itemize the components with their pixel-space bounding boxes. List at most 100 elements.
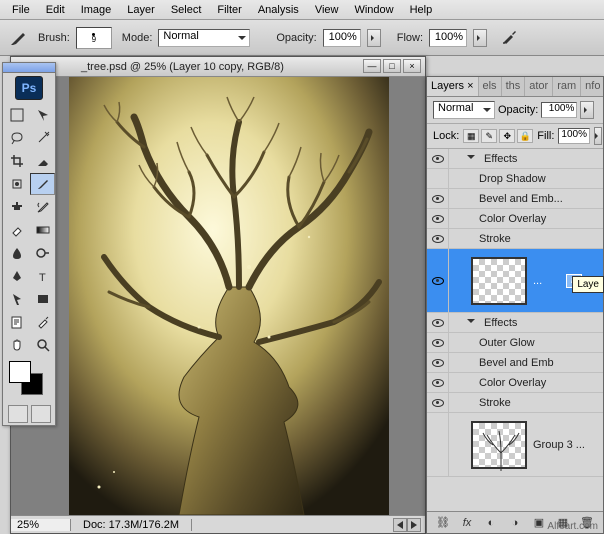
visibility-toggle-icon[interactable] — [432, 319, 444, 327]
effects-header[interactable]: Effects — [427, 313, 603, 333]
menu-help[interactable]: Help — [402, 2, 441, 18]
brush-tool-icon[interactable] — [30, 173, 55, 195]
tab-histogram[interactable]: ram — [553, 77, 581, 96]
marquee-tool-icon[interactable] — [4, 104, 29, 126]
visibility-toggle-icon[interactable] — [432, 359, 444, 367]
layer-mask-icon[interactable]: ◐ — [482, 515, 500, 531]
visibility-toggle-icon[interactable] — [432, 195, 444, 203]
visibility-toggle-icon[interactable] — [432, 339, 444, 347]
type-tool-icon[interactable]: T — [30, 265, 55, 287]
move-tool-icon[interactable] — [30, 104, 55, 126]
new-group-icon[interactable]: ▣ — [530, 515, 548, 531]
effect-bevel-emboss[interactable]: Bevel and Emb... — [427, 189, 603, 209]
window-minimize-button[interactable]: — — [363, 59, 381, 73]
visibility-toggle-icon[interactable] — [432, 235, 444, 243]
scroll-right-button[interactable] — [407, 518, 421, 532]
visibility-toggle-icon[interactable] — [432, 155, 444, 163]
layer-blend-mode-select[interactable]: Normal — [433, 101, 495, 119]
opacity-input[interactable]: 100% — [323, 29, 361, 47]
pen-tool-icon[interactable] — [4, 265, 29, 287]
layer-row-group[interactable]: Group 3 ... — [427, 413, 603, 477]
quick-mask-mode-icon[interactable] — [31, 405, 51, 423]
link-layers-icon[interactable]: ⛓ — [434, 515, 452, 531]
document-info[interactable]: Doc: 17.3M/176.2M — [71, 519, 192, 531]
blend-mode-select[interactable]: Normal — [158, 29, 250, 47]
tab-info[interactable]: nfo — [581, 77, 603, 96]
window-close-button[interactable]: × — [403, 59, 421, 73]
scroll-left-button[interactable] — [393, 518, 407, 532]
lock-all-icon[interactable]: 🔒 — [517, 129, 533, 143]
adjustment-layer-icon[interactable]: ◑ — [506, 515, 524, 531]
effect-stroke[interactable]: Stroke — [427, 229, 603, 249]
airbrush-icon[interactable] — [501, 28, 521, 48]
layer-style-icon[interactable]: fx — [458, 515, 476, 531]
notes-tool-icon[interactable] — [4, 311, 29, 333]
clone-stamp-tool-icon[interactable] — [4, 196, 29, 218]
menu-view[interactable]: View — [307, 2, 347, 18]
layer-fill-input[interactable]: 100% — [558, 128, 590, 144]
tab-navigator[interactable]: ator — [525, 77, 553, 96]
foreground-color-swatch[interactable] — [9, 361, 31, 383]
hand-tool-icon[interactable] — [4, 334, 29, 356]
tab-paths[interactable]: ths — [502, 77, 526, 96]
layer-name[interactable]: ... — [533, 275, 542, 287]
photoshop-logo-icon[interactable]: Ps — [15, 76, 43, 100]
layer-thumbnail[interactable] — [471, 257, 527, 305]
layer-opacity-flyout[interactable] — [580, 101, 594, 119]
menu-image[interactable]: Image — [73, 2, 120, 18]
tool-panel-grip[interactable] — [3, 63, 55, 73]
visibility-toggle-icon[interactable] — [432, 215, 444, 223]
crop-tool-icon[interactable] — [4, 150, 29, 172]
standard-mode-icon[interactable] — [8, 405, 28, 423]
blur-tool-icon[interactable] — [4, 242, 29, 264]
menu-layer[interactable]: Layer — [119, 2, 163, 18]
eraser-tool-icon[interactable] — [4, 219, 29, 241]
eyedropper-tool-icon[interactable] — [30, 311, 55, 333]
window-maximize-button[interactable]: □ — [383, 59, 401, 73]
effect-stroke[interactable]: Stroke — [427, 393, 603, 413]
layer-thumbnail[interactable] — [471, 421, 527, 469]
tab-channels[interactable]: els — [479, 77, 502, 96]
lasso-tool-icon[interactable] — [4, 127, 29, 149]
menu-filter[interactable]: Filter — [209, 2, 249, 18]
color-swatches[interactable] — [3, 357, 55, 403]
visibility-toggle-icon[interactable] — [432, 379, 444, 387]
menu-analysis[interactable]: Analysis — [250, 2, 307, 18]
path-selection-tool-icon[interactable] — [4, 288, 29, 310]
zoom-tool-icon[interactable] — [30, 334, 55, 356]
layer-name[interactable]: Group 3 ... — [533, 439, 585, 451]
lock-position-icon[interactable]: ✥ — [499, 129, 515, 143]
effect-color-overlay[interactable]: Color Overlay — [427, 373, 603, 393]
layer-list[interactable]: Effects Drop Shadow Bevel and Emb... Col… — [427, 149, 603, 499]
opacity-flyout-button[interactable] — [367, 29, 381, 47]
slice-tool-icon[interactable] — [30, 150, 55, 172]
dodge-tool-icon[interactable] — [30, 242, 55, 264]
shape-tool-icon[interactable] — [30, 288, 55, 310]
visibility-toggle-icon[interactable] — [432, 399, 444, 407]
menu-file[interactable]: File — [4, 2, 38, 18]
effect-drop-shadow[interactable]: Drop Shadow — [427, 169, 603, 189]
lock-pixels-icon[interactable]: ✎ — [481, 129, 497, 143]
layer-opacity-input[interactable]: 100% — [541, 102, 577, 118]
lock-transparency-icon[interactable]: ▦ — [463, 129, 479, 143]
gradient-tool-icon[interactable] — [30, 219, 55, 241]
menu-window[interactable]: Window — [346, 2, 401, 18]
effect-bevel-emboss[interactable]: Bevel and Emb — [427, 353, 603, 373]
flow-input[interactable]: 100% — [429, 29, 467, 47]
magic-wand-tool-icon[interactable] — [30, 127, 55, 149]
effects-header[interactable]: Effects — [427, 149, 603, 169]
tab-layers[interactable]: Layers × — [427, 77, 479, 97]
menu-edit[interactable]: Edit — [38, 2, 73, 18]
healing-brush-tool-icon[interactable] — [4, 173, 29, 195]
brush-tool-icon[interactable] — [8, 28, 28, 48]
brush-preset-picker[interactable]: 9 — [76, 27, 112, 49]
effect-outer-glow[interactable]: Outer Glow — [427, 333, 603, 353]
canvas[interactable] — [69, 77, 389, 515]
history-brush-tool-icon[interactable] — [30, 196, 55, 218]
zoom-input[interactable]: 25% — [11, 519, 71, 531]
layer-fill-flyout[interactable] — [594, 127, 602, 145]
flow-flyout-button[interactable] — [473, 29, 487, 47]
menu-select[interactable]: Select — [163, 2, 210, 18]
effect-color-overlay[interactable]: Color Overlay — [427, 209, 603, 229]
visibility-toggle-icon[interactable] — [432, 277, 444, 285]
